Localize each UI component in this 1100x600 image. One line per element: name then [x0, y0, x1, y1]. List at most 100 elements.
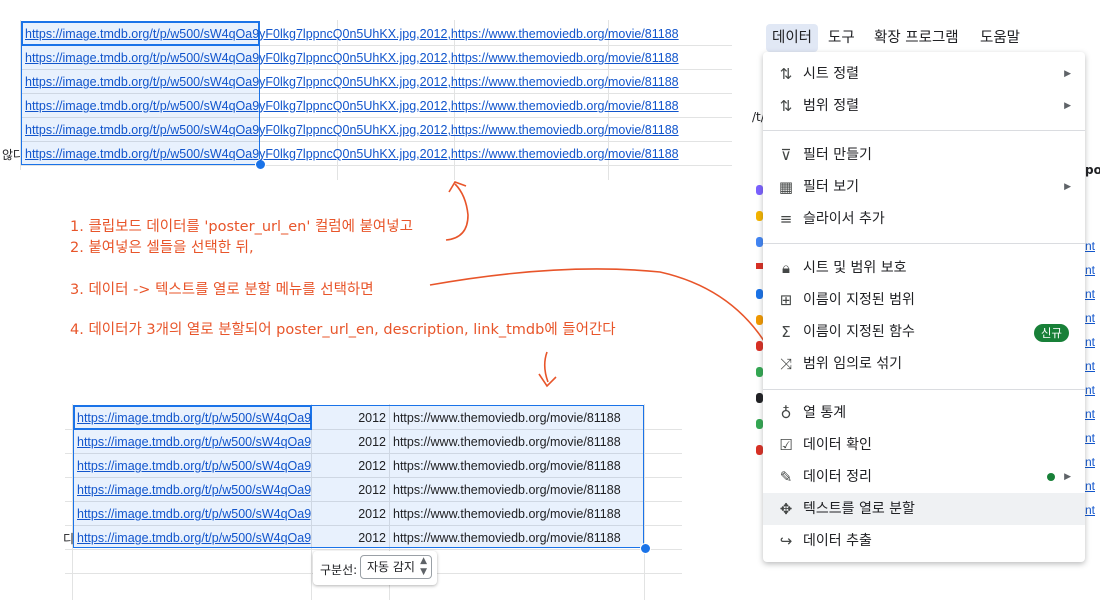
menu-item-filter-views[interactable]: ▦ 필터 보기 ▶ — [763, 171, 1085, 203]
menu-item-split-text-to-columns[interactable]: ✥ 텍스트를 열로 분할 — [763, 493, 1085, 525]
menu-item-protect[interactable]: 🔒︎ 시트 및 범위 보호 — [763, 252, 1085, 284]
menu-item-data-validation[interactable]: ☑ 데이터 확인 — [763, 429, 1085, 461]
edge-link-fragment[interactable]: nt — [1085, 503, 1100, 517]
year-cell[interactable]: 2012 — [313, 406, 386, 430]
lock-icon: 🔒︎ — [782, 259, 790, 277]
menu-item-label: 시트 정렬 — [803, 66, 859, 82]
menu-item-label: 필터 보기 — [803, 179, 859, 195]
edge-link-fragment[interactable]: nt — [1085, 311, 1100, 325]
menu-item-extract-data[interactable]: ↪ 데이터 추출 — [763, 525, 1085, 557]
menu-help[interactable]: 도움말 — [974, 24, 1026, 52]
new-badge: 신규 — [1033, 324, 1069, 342]
year-cell[interactable]: 2012 — [313, 526, 386, 550]
edge-link-fragment[interactable]: nt — [1085, 431, 1100, 445]
status-dot — [1047, 473, 1055, 481]
edge-link-fragment[interactable]: nt — [1085, 407, 1100, 421]
tmdb-link-cell[interactable]: https://www.themoviedb.org/movie/81188 — [393, 430, 621, 454]
grid-line — [644, 404, 645, 600]
edge-link-fragment[interactable]: nt — [1085, 455, 1100, 469]
tmdb-link-cell[interactable]: https://www.themoviedb.org/movie/81188 — [393, 526, 621, 550]
filter-icon: ⊽ — [780, 146, 792, 164]
app-icon — [756, 393, 763, 403]
filter-view-icon: ▦ — [778, 178, 794, 196]
app-icon — [756, 315, 763, 325]
menu-item-data-cleanup[interactable]: ✎ 데이터 정리 ▶ — [763, 461, 1085, 493]
poster-url-cell[interactable]: https://image.tmdb.org/t/p/w500/sW4qOa9y… — [77, 526, 311, 550]
submenu-arrow-icon: ▶ — [1064, 101, 1071, 111]
submenu-arrow-icon: ▶ — [1064, 69, 1071, 79]
edge-text-fragment: po — [1085, 163, 1100, 177]
menu-item-label: 슬라이서 추가 — [803, 211, 885, 227]
edge-link-fragment[interactable]: nt — [1085, 359, 1100, 373]
year-cell[interactable]: 2012 — [313, 430, 386, 454]
app-icon — [756, 237, 763, 247]
menu-item-column-stats[interactable]: ♁ 열 통계 — [763, 397, 1085, 429]
lightbulb-icon: ♁ — [780, 404, 792, 422]
menu-item-sort-range[interactable]: ⇅ 범위 정렬 ▶ — [763, 90, 1085, 122]
cell-text-fragment: 디 — [63, 532, 75, 546]
menu-item-randomize[interactable]: ⤨ 범위 임의로 섞기 — [763, 348, 1085, 380]
arrow-up-to-top-sheet — [445, 183, 469, 241]
arrow-down-to-bottom-sheet — [543, 351, 549, 383]
app-icon — [756, 367, 763, 377]
year-cell[interactable]: 2012 — [313, 454, 386, 478]
data-menu-dropdown: ⇅ 시트 정렬 ▶ ⇅ 범위 정렬 ▶ ⊽ 필터 만들기 ▦ 필터 보기 ▶ ≡… — [763, 52, 1085, 562]
magic-wand-icon: ✎ — [779, 468, 793, 486]
app-icon — [756, 289, 763, 299]
menu-item-named-functions[interactable]: Σ 이름이 지정된 함수 신규 — [763, 316, 1085, 348]
separator-chip: 구분선: 자동 감지 ▲ ▼ — [313, 551, 437, 585]
sort-icon: ⇅ — [779, 65, 793, 83]
tmdb-link-cell[interactable]: https://www.themoviedb.org/movie/81188 — [393, 406, 621, 430]
submenu-arrow-icon: ▶ — [1064, 472, 1071, 482]
edge-link-fragment[interactable]: nt — [1085, 479, 1100, 493]
app-icon — [756, 419, 763, 429]
menu-item-label: 이름이 지정된 범위 — [803, 292, 915, 308]
app-icon — [756, 185, 763, 195]
poster-url-cell[interactable]: https://image.tmdb.org/t/p/w500/sW4qOa9y… — [77, 454, 311, 478]
validation-icon: ☑ — [779, 436, 793, 454]
separator-select[interactable]: 자동 감지 ▲ ▼ — [360, 555, 432, 579]
sigma-icon: Σ — [781, 323, 791, 341]
separator-label: 구분선: — [320, 563, 358, 577]
poster-url-cell[interactable]: https://image.tmdb.org/t/p/w500/sW4qOa9y… — [77, 406, 311, 430]
edge-link-fragment[interactable]: nt — [1085, 383, 1100, 397]
poster-url-cell[interactable]: https://image.tmdb.org/t/p/w500/sW4qOa9y… — [77, 502, 311, 526]
menu-item-named-ranges[interactable]: ⊞ 이름이 지정된 범위 — [763, 284, 1085, 316]
menu-divider — [763, 130, 1085, 131]
menu-item-label: 필터 만들기 — [803, 147, 872, 163]
tmdb-link-cell[interactable]: https://www.themoviedb.org/movie/81188 — [393, 502, 621, 526]
menu-item-label: 데이터 추출 — [803, 533, 872, 549]
slicer-icon: ≡ — [779, 210, 793, 228]
menu-item-sort-sheet[interactable]: ⇅ 시트 정렬 ▶ — [763, 58, 1085, 90]
menu-data[interactable]: 데이터 — [766, 24, 819, 52]
shuffle-icon: ⤨ — [779, 355, 792, 373]
menu-extensions[interactable]: 확장 프로그램 — [868, 24, 965, 52]
menu-item-create-filter[interactable]: ⊽ 필터 만들기 — [763, 139, 1085, 171]
extract-icon: ↪ — [779, 532, 793, 550]
fill-handle[interactable] — [640, 543, 651, 554]
menu-tools[interactable]: 도구 — [822, 24, 861, 52]
menu-item-label: 텍스트를 열로 분할 — [803, 501, 915, 517]
app-icon — [756, 211, 763, 221]
tmdb-link-cell[interactable]: https://www.themoviedb.org/movie/81188 — [393, 454, 621, 478]
menu-item-add-slicer[interactable]: ≡ 슬라이서 추가 — [763, 203, 1085, 235]
edge-link-fragment[interactable]: nt — [1085, 239, 1100, 253]
app-icon — [756, 445, 763, 455]
edge-link-fragment[interactable]: nt — [1085, 287, 1100, 301]
app-icon — [756, 341, 763, 351]
split-columns-icon: ✥ — [779, 500, 793, 518]
menu-item-label: 데이터 확인 — [803, 437, 872, 453]
menu-item-label: 범위 임의로 섞기 — [803, 356, 903, 372]
menu-item-label: 범위 정렬 — [803, 98, 859, 114]
year-cell[interactable]: 2012 — [313, 502, 386, 526]
submenu-arrow-icon: ▶ — [1064, 182, 1071, 192]
edge-link-fragment[interactable]: nt — [1085, 263, 1100, 277]
year-cell[interactable]: 2012 — [313, 478, 386, 502]
menu-item-label: 열 통계 — [803, 405, 847, 421]
app-icon — [756, 263, 763, 269]
sort-icon: ⇅ — [779, 97, 793, 115]
tmdb-link-cell[interactable]: https://www.themoviedb.org/movie/81188 — [393, 478, 621, 502]
poster-url-cell[interactable]: https://image.tmdb.org/t/p/w500/sW4qOa9y… — [77, 430, 311, 454]
poster-url-cell[interactable]: https://image.tmdb.org/t/p/w500/sW4qOa9y… — [77, 478, 311, 502]
edge-link-fragment[interactable]: nt — [1085, 335, 1100, 349]
